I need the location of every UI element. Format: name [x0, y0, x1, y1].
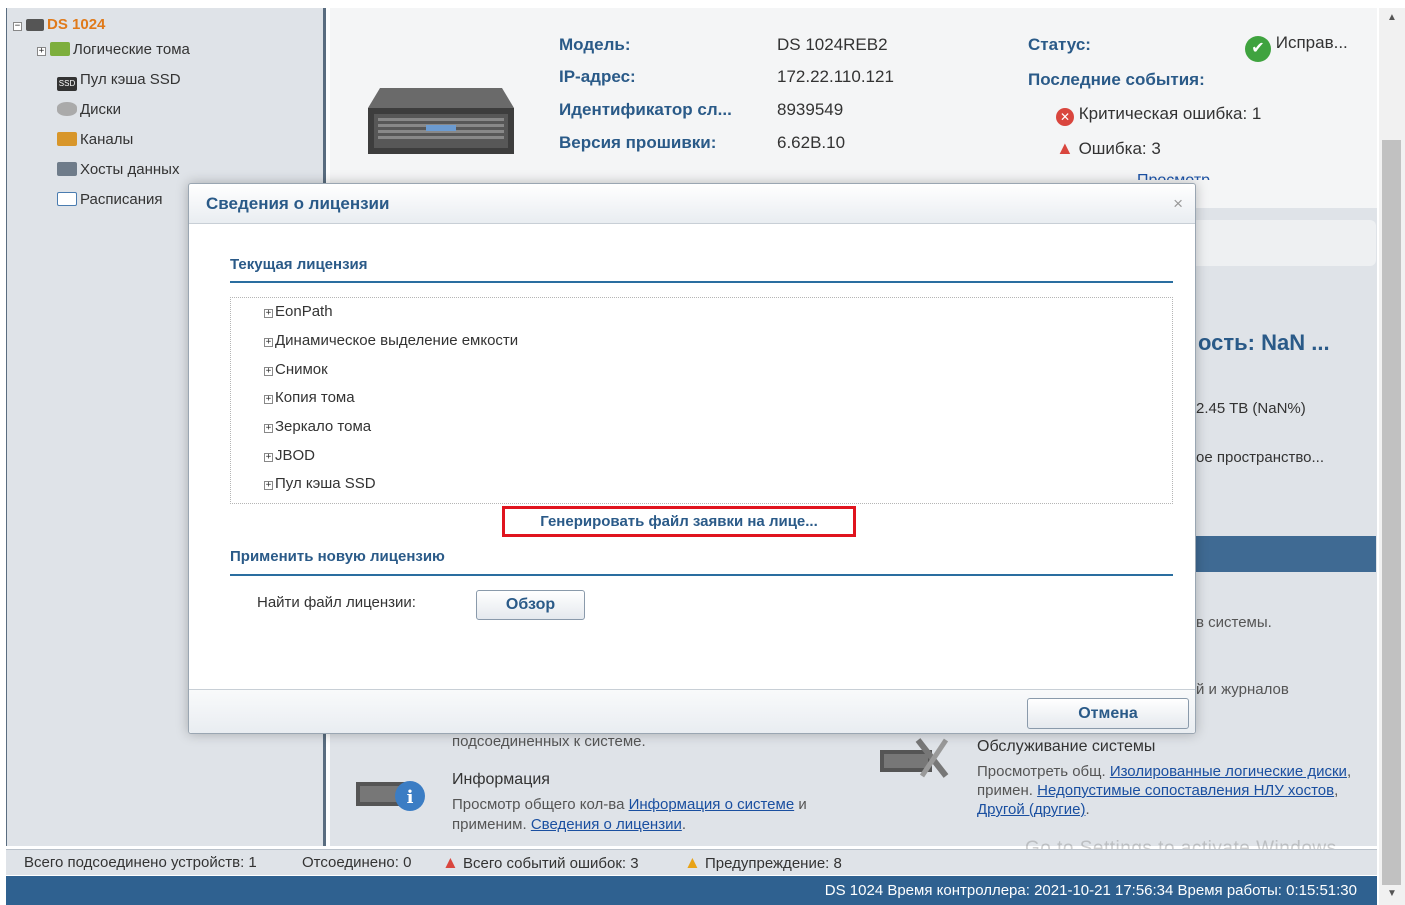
warnings-item: ▲ Предупреждение: 8	[684, 853, 842, 872]
expand-icon[interactable]: +	[264, 453, 273, 462]
other-link[interactable]: Другой (другие)	[977, 801, 1085, 818]
disk-icon	[57, 102, 77, 116]
system-info-link[interactable]: Информация о системе	[629, 796, 795, 813]
dialog-header: Сведения о лицензии ×	[189, 184, 1195, 224]
system-text: в системы.	[1196, 614, 1272, 631]
expand-icon[interactable]: +	[264, 481, 273, 490]
storage-device-icon	[26, 19, 44, 31]
expand-icon[interactable]: +	[264, 424, 273, 433]
schedule-icon	[57, 192, 77, 206]
isolated-volumes-link[interactable]: Изолированные логические диски	[1110, 763, 1347, 780]
error-events: ▲ Ошибка: 3	[1056, 138, 1161, 158]
disconnected-count: Отсоединено: 0	[302, 854, 412, 871]
model-value: DS 1024REB2	[777, 35, 888, 54]
expand-icon[interactable]: +	[264, 338, 273, 347]
generate-license-request-button[interactable]: Генерировать файл заявки на лице...	[502, 506, 856, 537]
error-icon: ▲	[442, 853, 459, 872]
maintenance-band	[1190, 536, 1376, 572]
license-item-volume-mirror[interactable]: + Зеркало тома	[264, 414, 371, 440]
sidebar-item-disks[interactable]: Диски	[57, 97, 121, 123]
capacity-tb: 2.45 TB (NaN%)	[1196, 400, 1306, 417]
firmware-label: Версия прошивки:	[559, 133, 717, 152]
expand-icon[interactable]: +	[37, 47, 46, 56]
find-license-label: Найти файл лицензии:	[257, 594, 416, 611]
channel-icon	[57, 132, 77, 146]
connected-count: Всего подсоединено устройств: 1	[24, 854, 257, 871]
dialog-title: Сведения о лицензии	[206, 194, 390, 213]
cancel-button[interactable]: Отмена	[1027, 698, 1189, 729]
sidebar-item-volumes[interactable]: + Логические тома	[37, 37, 190, 63]
expand-icon[interactable]: +	[264, 395, 273, 404]
license-dialog: Сведения о лицензии × Текущая лицензия +…	[188, 183, 1196, 734]
critical-events: ✕ Критическая ошибка: 1	[1056, 104, 1261, 126]
tree-root-ds1024[interactable]: − DS 1024	[13, 12, 105, 38]
expand-icon[interactable]: +	[264, 309, 273, 318]
maintenance-tools-icon	[878, 736, 952, 780]
sidebar-item-ssd-pool[interactable]: SSD Пул кэша SSD	[57, 67, 181, 93]
license-item-volume-copy[interactable]: + Копия тома	[264, 385, 355, 411]
warning-icon: ▲	[684, 853, 701, 872]
expand-icon[interactable]: +	[264, 367, 273, 376]
logs-text: й и журналов	[1196, 681, 1289, 698]
scrollbar[interactable]: ▲ ▼	[1379, 8, 1405, 905]
section-divider	[230, 574, 1173, 576]
connected-text: подсоединенных к системе.	[452, 733, 646, 750]
scroll-down-arrow-icon[interactable]: ▼	[1379, 888, 1405, 899]
capacity-banner	[1190, 220, 1376, 266]
license-tree: + EonPath + Динамическое выделение емкости…	[230, 297, 1173, 504]
invalid-lun-mappings-link[interactable]: Недопустимые сопоставления НЛУ хостов	[1037, 782, 1334, 799]
status-value: ✔ Исправ...	[1245, 33, 1348, 62]
info-description: Просмотр общего кол-ва Информация о сист…	[452, 796, 807, 833]
close-icon[interactable]: ×	[1173, 194, 1183, 214]
firmware-value: 6.62B.10	[777, 133, 846, 152]
current-license-title: Текущая лицензия	[230, 256, 368, 273]
free-space-text: ое пространство...	[1196, 449, 1325, 466]
ok-check-icon: ✔	[1245, 36, 1271, 62]
events-label: Последние события:	[1028, 70, 1205, 89]
dialog-footer: Отмена	[189, 689, 1195, 733]
maintenance-title: Обслуживание системы	[977, 738, 1156, 755]
volume-icon	[50, 42, 70, 56]
id-value: 8939549	[777, 100, 844, 119]
scrollbar-thumb[interactable]	[1382, 140, 1401, 885]
model-label: Модель:	[559, 35, 631, 54]
ip-label: IP-адрес:	[559, 67, 636, 86]
browse-button[interactable]: Обзор	[476, 590, 585, 620]
id-label: Идентификатор сл...	[559, 100, 732, 119]
storage-device-image	[368, 88, 514, 156]
sidebar-item-hosts[interactable]: Хосты данных	[57, 157, 179, 183]
license-item-snapshot[interactable]: + Снимок	[264, 357, 328, 383]
error-warning-icon: ▲	[1056, 138, 1074, 158]
capacity-text: ость: NaN ...	[1198, 330, 1330, 355]
info-title: Информация	[452, 771, 550, 788]
error-events-item: ▲ Всего событий ошибок: 3	[442, 853, 639, 872]
license-item-eonpath[interactable]: + EonPath	[264, 299, 333, 325]
controller-time: DS 1024 Время контроллера: 2021-10-21 17…	[824, 882, 1357, 899]
maintenance-description: Просмотреть общ. Изолированные логически…	[977, 763, 1352, 818]
collapse-icon[interactable]: −	[13, 22, 22, 31]
info-device-icon: i	[356, 774, 428, 814]
ssd-icon: SSD	[57, 77, 77, 91]
license-item-thin-provisioning[interactable]: + Динамическое выделение емкости	[264, 328, 518, 354]
critical-error-icon: ✕	[1056, 108, 1074, 126]
ip-value: 172.22.110.121	[777, 67, 894, 86]
license-info-link[interactable]: Сведения о лицензии	[531, 816, 682, 833]
license-item-jbod[interactable]: + JBOD	[264, 443, 315, 469]
sidebar-item-schedules[interactable]: Расписания	[57, 187, 162, 213]
status-label: Статус:	[1028, 35, 1091, 54]
scroll-up-arrow-icon[interactable]: ▲	[1379, 12, 1405, 23]
section-divider	[230, 281, 1173, 283]
controller-bar: DS 1024 Время контроллера: 2021-10-21 17…	[6, 876, 1377, 905]
host-icon	[57, 162, 77, 176]
sidebar-item-channels[interactable]: Каналы	[57, 127, 133, 153]
status-bar: Всего подсоединено устройств: 1 Отсоедин…	[6, 849, 1377, 875]
apply-license-title: Применить новую лицензию	[230, 548, 445, 565]
svg-text:i: i	[407, 787, 414, 808]
license-item-ssd-cache[interactable]: + Пул кэша SSD	[264, 471, 376, 497]
